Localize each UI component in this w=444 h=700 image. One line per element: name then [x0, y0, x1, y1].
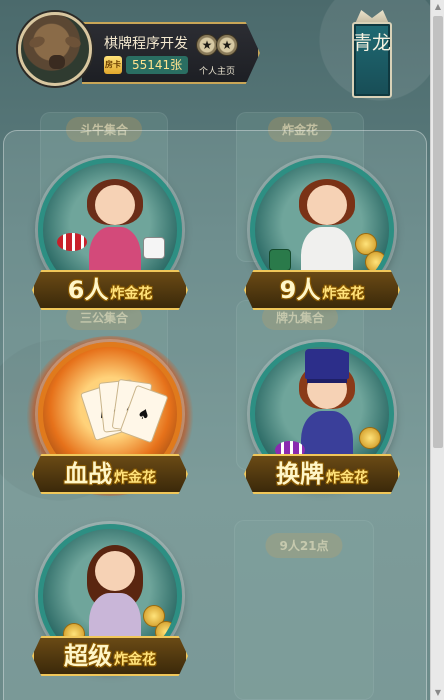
scroll-down-icon[interactable]: ▼	[431, 686, 444, 700]
game-title: 换牌 炸金花	[244, 458, 400, 494]
top-hat-icon	[305, 349, 349, 379]
game-title-sub: 炸金花	[114, 652, 156, 668]
game-title: 超级 炸金花	[32, 640, 188, 676]
game-title-main: 换牌	[276, 460, 324, 488]
game-xuezhan-zhajinhua[interactable]: A A A ♠ 血战炸金花	[26, 336, 194, 498]
game-title: 9人 炸金花	[244, 274, 400, 310]
personal-homepage-button[interactable]: ★ ★ 个人主页	[188, 32, 246, 80]
scroll-up-icon[interactable]: ▲	[431, 0, 444, 14]
game-title-sub: 炸金花	[110, 286, 153, 302]
chips-icon	[57, 233, 87, 251]
game-title-main: 超级	[64, 642, 112, 670]
dice-icon	[143, 237, 165, 259]
qinglong-button[interactable]: 青龙	[350, 6, 394, 100]
game-6p-zhajinhua[interactable]: 6人 炸金花	[32, 158, 188, 314]
game-title-main: 血战	[64, 460, 112, 488]
game-title-sub: 炸金花	[322, 286, 365, 302]
personal-homepage-label: 个人主页	[198, 67, 235, 77]
header: 棋牌程序开发 房卡 55141张 ★ ★ 个人主页 青龙	[0, 0, 444, 100]
star-icon: ★	[216, 34, 238, 56]
game-title-main: 6人	[67, 276, 109, 304]
coin-icon	[365, 251, 387, 273]
avatar-nose	[49, 55, 65, 69]
avatar-ear	[27, 34, 47, 50]
game-chaoji-zhajinhua[interactable]: 超级 炸金花	[32, 524, 188, 680]
coin-icon	[359, 427, 381, 449]
game-title-sub: 炸金花	[114, 470, 156, 486]
avatar-ear	[63, 34, 83, 50]
avatar[interactable]	[18, 12, 92, 86]
face	[95, 185, 135, 225]
dice-icon	[269, 249, 291, 271]
scrollbar[interactable]: ▲ ▼	[430, 0, 444, 700]
room-card-count: 55141张	[126, 56, 189, 74]
scrollbar-thumb[interactable]	[433, 16, 443, 448]
face	[307, 185, 347, 225]
game-title: 6人 炸金花	[32, 274, 188, 310]
qinglong-label: 青龙	[352, 32, 391, 54]
room-card-icon: 房卡	[104, 56, 122, 74]
game-title: 血战 炸金花	[32, 458, 188, 494]
game-title-main: 9人	[279, 276, 321, 304]
game-9p-zhajinhua[interactable]: 9人 炸金花	[244, 158, 400, 314]
star-icon: ★	[196, 34, 218, 56]
user-nickname: 棋牌程序开发	[104, 36, 188, 52]
game-title-sub: 炸金花	[326, 470, 368, 486]
game-huanpai-zhajinhua[interactable]: 换牌 炸金花	[244, 342, 400, 498]
face	[95, 551, 135, 591]
playing-cards-icon: A A A ♠	[80, 377, 169, 457]
